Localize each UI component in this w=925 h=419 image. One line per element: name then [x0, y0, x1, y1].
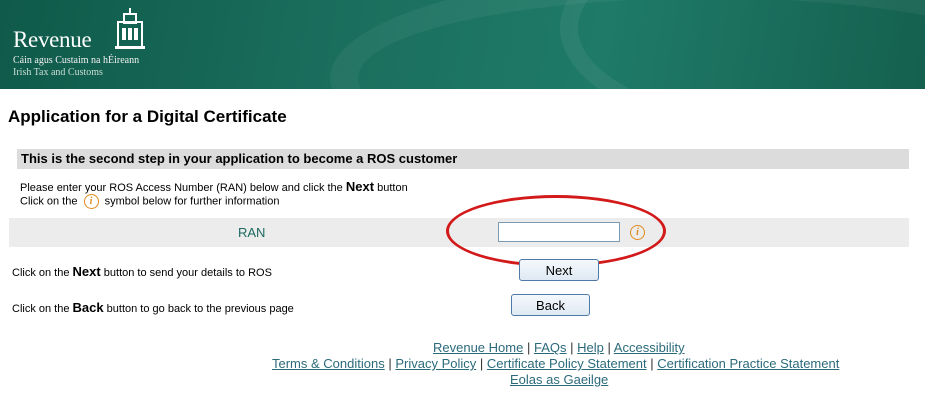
logo-subtitle-english: Irish Tax and Customs	[13, 67, 103, 78]
ran-info-icon[interactable]: i	[630, 225, 645, 240]
terms-conditions-link[interactable]: Terms & Conditions	[272, 356, 385, 371]
ran-input[interactable]	[498, 222, 620, 242]
page-title: Application for a Digital Certificate	[8, 107, 287, 126]
next-button[interactable]: Next	[519, 259, 599, 281]
back-button[interactable]: Back	[511, 294, 590, 316]
help-link[interactable]: Help	[577, 340, 604, 355]
info-icon: i	[83, 194, 99, 209]
revenue-home-link[interactable]: Revenue Home	[433, 340, 523, 355]
back-instruction: Click on the Back button to go back to t…	[12, 300, 294, 315]
accessibility-link[interactable]: Accessibility	[614, 340, 685, 355]
eolas-as-gaeilge-link[interactable]: Eolas as Gaeilge	[510, 372, 608, 387]
logo-subtitle-irish: Cáin agus Custaim na hÉireann	[13, 55, 140, 66]
instruction-line-2: Click on the i symbol below for further …	[20, 194, 280, 209]
step-heading: This is the second step in your applicat…	[21, 151, 458, 166]
footer-links-row-2: Terms & Conditions | Privacy Policy | Ce…	[272, 356, 840, 371]
footer-links-row-1: Revenue Home | FAQs | Help | Accessibili…	[433, 340, 685, 355]
banner-decoration	[560, 0, 925, 89]
ran-form-row: RAN i	[9, 218, 909, 247]
certification-practice-statement-link[interactable]: Certification Practice Statement	[657, 356, 839, 371]
privacy-policy-link[interactable]: Privacy Policy	[395, 356, 476, 371]
certificate-policy-statement-link[interactable]: Certificate Policy Statement	[487, 356, 647, 371]
logo-title[interactable]: Revenue	[13, 27, 92, 53]
step-heading-bar: This is the second step in your applicat…	[17, 149, 909, 169]
instruction-line-1: Please enter your ROS Access Number (RAN…	[20, 179, 408, 194]
footer-links-row-3: Eolas as Gaeilge	[510, 372, 608, 387]
faqs-link[interactable]: FAQs	[534, 340, 567, 355]
next-instruction: Click on the Next button to send your de…	[12, 264, 272, 279]
header-banner: Revenue Cáin agus Custaim na hÉireann Ir…	[0, 0, 925, 89]
ran-label: RAN	[238, 225, 266, 240]
harp-building-icon	[115, 8, 145, 49]
